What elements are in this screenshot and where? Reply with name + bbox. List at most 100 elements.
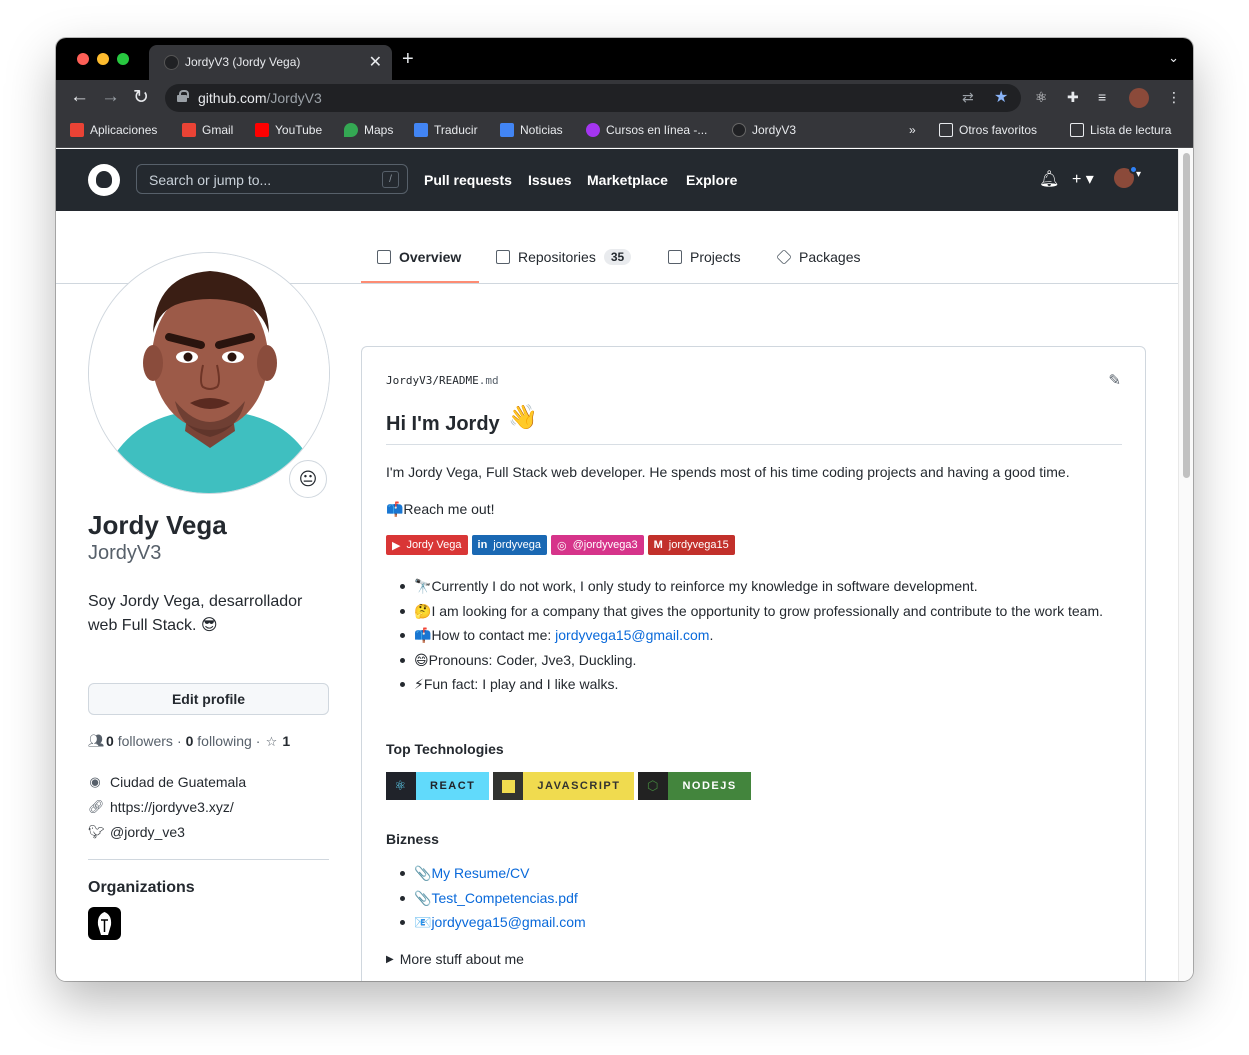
profile-avatar[interactable] bbox=[88, 252, 330, 494]
bookmark-traducir[interactable]: Traducir bbox=[414, 123, 478, 137]
organizations-heading: Organizations bbox=[88, 879, 195, 896]
address-bar[interactable]: github.com/JordyV3 ⇄ ★ bbox=[165, 84, 1021, 112]
react-devtools-icon[interactable]: ⚛ bbox=[1035, 89, 1048, 106]
tab-overview[interactable]: Overview bbox=[377, 249, 461, 265]
scrollbar-thumb[interactable] bbox=[1183, 153, 1190, 478]
readme-card: JordyV3/README.md ✎ Hi I'm Jordy 👋 I'm J… bbox=[361, 346, 1146, 981]
bookmark-youtube[interactable]: YouTube bbox=[255, 123, 322, 137]
bizness-list: 📎My Resume/CV 📎Test_Competencias.pdf 📧jo… bbox=[400, 863, 586, 937]
followers-link[interactable]: 0 followers bbox=[106, 733, 173, 749]
email-link[interactable]: jordyvega15@gmail.com bbox=[431, 914, 585, 930]
avatar-illustration bbox=[89, 253, 329, 493]
url-text[interactable]: github.com/JordyV3 bbox=[198, 90, 322, 106]
bookmark-otros-favoritos[interactable]: Otros favoritos bbox=[939, 123, 1037, 137]
back-arrow-icon[interactable]: ← bbox=[70, 86, 89, 108]
badge-gmail[interactable]: Mjordyvega15 bbox=[647, 535, 735, 555]
new-tab-icon[interactable]: + bbox=[402, 48, 414, 71]
organization-avatar[interactable] bbox=[88, 907, 121, 940]
left-divider bbox=[88, 859, 329, 860]
readme-reach: 📫Reach me out! bbox=[386, 501, 495, 517]
create-new-plus-icon[interactable]: + ▾ bbox=[1072, 169, 1094, 189]
list-item: 🤔I am looking for a company that gives t… bbox=[400, 601, 1120, 622]
test-competencias-link[interactable]: Test_Competencias.pdf bbox=[431, 890, 577, 906]
repositories-count: 35 bbox=[603, 249, 632, 265]
tab-strip: JordyV3 (Jordy Vega) ✕ + ⌄ bbox=[56, 38, 1193, 80]
tab-packages[interactable]: Packages bbox=[776, 249, 860, 265]
lock-icon[interactable] bbox=[177, 90, 189, 102]
github-header: Search or jump to... / Pull requests Iss… bbox=[56, 149, 1178, 211]
technology-badges: ⚛ REACT JAVASCRIPT ⬡ NODEJS bbox=[386, 772, 751, 800]
bell-icon[interactable]: 🔔︎ bbox=[1039, 169, 1059, 189]
browser-toolbar: ← → ↻ github.com/JordyV3 ⇄ ★ ⚛ ✚ ≡ ⋮ bbox=[56, 80, 1193, 116]
nav-marketplace[interactable]: Marketplace bbox=[587, 172, 668, 188]
youtube-icon bbox=[255, 123, 269, 137]
reading-list-button[interactable]: Lista de lectura bbox=[1070, 123, 1171, 137]
reading-mode-icon[interactable]: ≡ bbox=[1098, 89, 1106, 105]
about-list: 🔭Currently I do not work, I only study t… bbox=[400, 576, 1120, 699]
edit-readme-pencil-icon[interactable]: ✎ bbox=[1108, 371, 1121, 389]
nav-explore[interactable]: Explore bbox=[686, 172, 737, 188]
bookmarks-bar: Aplicaciones Gmail YouTube Maps Traducir… bbox=[56, 116, 1193, 148]
reload-icon[interactable]: ↻ bbox=[133, 86, 149, 109]
search-input[interactable]: Search or jump to... / bbox=[136, 164, 408, 194]
status-emoji-button[interactable]: 😐 bbox=[289, 460, 327, 498]
follow-separator: · bbox=[176, 733, 182, 749]
readme-file-link[interactable]: README.md bbox=[439, 374, 499, 387]
book-icon bbox=[377, 250, 391, 264]
translate-page-icon[interactable]: ⇄ bbox=[962, 89, 974, 106]
more-menu-icon[interactable]: ⋮ bbox=[1167, 89, 1181, 106]
list-item: ⚡Fun fact: I play and I like walks. bbox=[400, 674, 1120, 695]
mandalorian-emblem-icon bbox=[97, 912, 112, 935]
close-window-button[interactable] bbox=[77, 53, 89, 65]
list-item: 📎My Resume/CV bbox=[400, 863, 586, 884]
badge-nodejs[interactable]: ⬡ NODEJS bbox=[638, 772, 751, 800]
package-icon bbox=[776, 249, 792, 265]
following-link[interactable]: 0 following bbox=[186, 733, 252, 749]
nodejs-icon: ⬡ bbox=[638, 772, 669, 800]
profile-name: Jordy Vega bbox=[88, 510, 227, 540]
bookmark-gmail[interactable]: Gmail bbox=[182, 123, 233, 137]
readme-owner-link[interactable]: JordyV3 bbox=[386, 374, 432, 387]
tab-repositories[interactable]: Repositories 35 bbox=[496, 249, 632, 265]
edit-profile-button[interactable]: Edit profile bbox=[88, 683, 329, 715]
profile-twitter[interactable]: 🐦︎ @jordy_ve3 bbox=[88, 824, 185, 840]
bookmark-jordyv3[interactable]: JordyV3 bbox=[732, 123, 796, 137]
bookmark-aplicaciones[interactable]: Aplicaciones bbox=[70, 123, 157, 137]
badge-react[interactable]: ⚛ REACT bbox=[386, 772, 490, 800]
active-tab-indicator bbox=[361, 281, 479, 283]
github-logo-icon[interactable] bbox=[88, 164, 120, 196]
nav-pull-requests[interactable]: Pull requests bbox=[424, 172, 512, 188]
scrollbar[interactable] bbox=[1178, 149, 1193, 981]
badge-javascript[interactable]: JAVASCRIPT bbox=[493, 772, 635, 800]
nav-issues[interactable]: Issues bbox=[528, 172, 572, 188]
contact-email-link[interactable]: jordyvega15@gmail.com bbox=[555, 627, 709, 643]
bookmark-noticias[interactable]: Noticias bbox=[500, 123, 563, 137]
forward-arrow-icon[interactable]: → bbox=[101, 86, 120, 108]
twitter-bird-icon: 🐦︎ bbox=[88, 824, 105, 839]
badge-youtube[interactable]: ▶ Jordy Vega bbox=[386, 535, 468, 555]
browser-tab[interactable]: JordyV3 (Jordy Vega) ✕ bbox=[149, 45, 392, 80]
profile-avatar-icon[interactable] bbox=[1129, 88, 1149, 108]
badge-linkedin[interactable]: in jordyvega bbox=[471, 535, 547, 555]
close-tab-icon[interactable]: ✕ bbox=[369, 52, 382, 72]
list-item: 📧jordyvega15@gmail.com bbox=[400, 912, 586, 933]
user-menu-chevron-icon[interactable]: ▾ bbox=[1136, 169, 1141, 180]
more-stuff-details[interactable]: ▶ More stuff about me bbox=[386, 951, 524, 967]
tab-projects[interactable]: Projects bbox=[668, 249, 741, 265]
more-bookmarks-icon[interactable]: » bbox=[909, 123, 916, 137]
maximize-window-button[interactable] bbox=[117, 53, 129, 65]
resume-link[interactable]: My Resume/CV bbox=[431, 865, 529, 881]
disclosure-triangle-icon: ▶ bbox=[386, 953, 394, 965]
top-technologies-heading: Top Technologies bbox=[386, 741, 504, 757]
bookmark-maps[interactable]: Maps bbox=[344, 123, 393, 137]
profile-website[interactable]: 🔗︎ https://jordyve3.xyz/ bbox=[88, 799, 234, 815]
translate-icon bbox=[414, 123, 428, 137]
tab-search-chevron-icon[interactable]: ⌄ bbox=[1168, 50, 1179, 66]
minimize-window-button[interactable] bbox=[97, 53, 109, 65]
bookmark-cursos[interactable]: Cursos en línea -... bbox=[586, 123, 707, 137]
badge-instagram[interactable]: ◎ @jordyvega3 bbox=[551, 535, 644, 555]
readme-intro: I'm Jordy Vega, Full Stack web developer… bbox=[386, 464, 1070, 480]
bookmark-star-icon[interactable]: ★ bbox=[994, 87, 1008, 107]
stars-link[interactable]: ☆ 1 bbox=[264, 733, 291, 749]
extensions-puzzle-icon[interactable]: ✚ bbox=[1067, 89, 1079, 106]
